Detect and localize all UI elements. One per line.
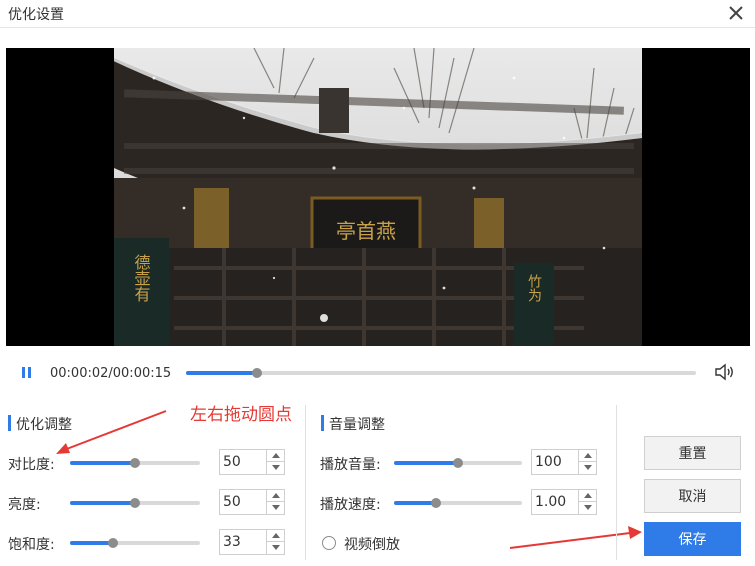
contrast-value[interactable]: 50 — [223, 454, 241, 470]
contrast-stepper[interactable]: 50 — [219, 449, 285, 475]
play-speed-label: 播放速度: — [320, 497, 381, 513]
section-divider — [305, 405, 306, 560]
reset-button[interactable]: 重置 — [644, 436, 741, 470]
saturation-knob[interactable] — [107, 538, 118, 548]
brightness-stepper[interactable]: 50 — [219, 489, 285, 515]
brightness-slider[interactable] — [70, 498, 200, 508]
brightness-knob[interactable] — [130, 498, 140, 508]
volume-section-title: 音量调整 — [321, 414, 385, 434]
contrast-up-icon[interactable] — [267, 450, 284, 462]
contrast-slider[interactable] — [70, 458, 200, 468]
button-divider — [616, 405, 617, 560]
saturation-slider[interactable] — [70, 538, 200, 548]
saturation-up-icon[interactable] — [267, 530, 284, 542]
contrast-knob[interactable] — [130, 458, 140, 468]
brightness-up-icon[interactable] — [267, 490, 284, 502]
play-volume-label: 播放音量: — [320, 457, 381, 473]
play-speed-slider[interactable] — [394, 498, 522, 508]
brightness-down-icon[interactable] — [267, 502, 284, 514]
play-volume-up-icon[interactable] — [579, 450, 596, 462]
reverse-video-label[interactable]: 视频倒放 — [344, 534, 400, 554]
saturation-value[interactable]: 33 — [223, 534, 241, 550]
play-speed-up-icon[interactable] — [579, 490, 596, 502]
save-button[interactable]: 保存 — [644, 522, 741, 556]
saturation-down-icon[interactable] — [267, 542, 284, 554]
play-volume-stepper[interactable]: 100 — [531, 449, 597, 475]
brightness-label: 亮度: — [8, 497, 41, 513]
play-speed-value[interactable]: 1.00 — [535, 494, 566, 510]
reverse-video-radio[interactable] — [322, 536, 336, 550]
contrast-label: 对比度: — [8, 457, 55, 473]
play-volume-knob[interactable] — [453, 458, 463, 468]
saturation-stepper[interactable]: 33 — [219, 529, 285, 555]
play-speed-down-icon[interactable] — [579, 502, 596, 514]
brightness-value[interactable]: 50 — [223, 494, 241, 510]
annotation-arrows — [56, 410, 642, 549]
optimize-section-title: 优化调整 — [8, 414, 72, 434]
play-volume-down-icon[interactable] — [579, 462, 596, 474]
saturation-label: 饱和度: — [8, 537, 55, 553]
play-volume-value[interactable]: 100 — [535, 454, 562, 470]
play-volume-slider[interactable] — [394, 458, 522, 468]
contrast-down-icon[interactable] — [267, 462, 284, 474]
cancel-button[interactable]: 取消 — [644, 479, 741, 513]
play-speed-stepper[interactable]: 1.00 — [531, 489, 597, 515]
